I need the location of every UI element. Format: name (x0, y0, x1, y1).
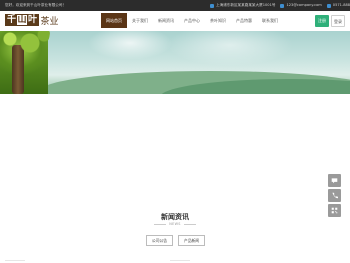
tree-leaves (0, 31, 50, 59)
top-info-bar: 您好，欢迎来到千山叶茶业有限公司！ 上海浦东新区某某路某某大厦1001号 123… (0, 0, 350, 11)
nav-item-products[interactable]: 产品中心 (179, 13, 205, 28)
address-info: 上海浦东新区某某路某某大厦1001号 (210, 0, 275, 11)
location-icon (210, 3, 214, 8)
logo-mark: 千 山 叶 (5, 14, 39, 26)
phone-text: 0571-88888888 (332, 3, 350, 7)
phone-button[interactable] (328, 189, 341, 202)
register-button[interactable]: 注册 (315, 15, 329, 27)
email-text[interactable]: 123@company.com (286, 0, 321, 11)
email-info: 123@company.com (280, 0, 322, 11)
phone-icon (326, 3, 331, 8)
tab-product-news[interactable]: 产品新闻 (178, 235, 205, 246)
tab-company-notice[interactable]: 公司公告 (146, 235, 173, 246)
content-preview-edge (0, 258, 350, 263)
address-text: 上海浦东新区某某路某某大厦1001号 (216, 3, 276, 7)
contact-info: 上海浦东新区某某路某某大厦1001号 123@company.com 0571-… (210, 0, 350, 11)
phone-icon (332, 192, 338, 199)
logo-char-1: 千 (7, 15, 16, 25)
logo-char-2: 山 (16, 15, 28, 25)
nav-item-tea-knowledge[interactable]: 茶叶知识 (205, 13, 231, 28)
news-section-subtitle: NEWS (0, 222, 350, 226)
logo-char-3: 叶 (28, 15, 37, 25)
login-button[interactable]: 登录 (331, 15, 345, 27)
divider (5, 260, 25, 261)
news-section-title: 新闻资讯 (161, 213, 189, 221)
nav-item-specials[interactable]: 产品特惠 (231, 13, 257, 28)
banner-tree (0, 31, 50, 94)
hero-banner (0, 31, 350, 94)
news-tabs: 公司公告 产品新闻 (146, 235, 205, 246)
phone-info: 0571-88888888 (326, 0, 350, 11)
chat-icon (331, 178, 338, 184)
divider (170, 260, 190, 261)
welcome-text: 您好，欢迎来到千山叶茶业有限公司！ (5, 3, 67, 7)
site-logo[interactable]: 千 山 叶 茶业 (5, 13, 59, 27)
main-nav: 网站首页 关于我们 新闻资讯 产品中心 茶叶知识 产品特惠 联系我们 (101, 13, 283, 28)
floating-side-tools (328, 174, 341, 217)
nav-item-home[interactable]: 网站首页 (101, 13, 127, 28)
nav-item-about[interactable]: 关于我们 (127, 13, 153, 28)
divider (154, 223, 167, 225)
divider (183, 223, 196, 225)
news-subtitle-text: NEWS (169, 222, 181, 226)
nav-item-contact[interactable]: 联系我们 (257, 13, 283, 28)
nav-item-news[interactable]: 新闻资讯 (153, 13, 179, 28)
email-icon (280, 3, 285, 8)
chat-button[interactable] (328, 174, 341, 187)
logo-brand: 茶业 (40, 16, 59, 27)
